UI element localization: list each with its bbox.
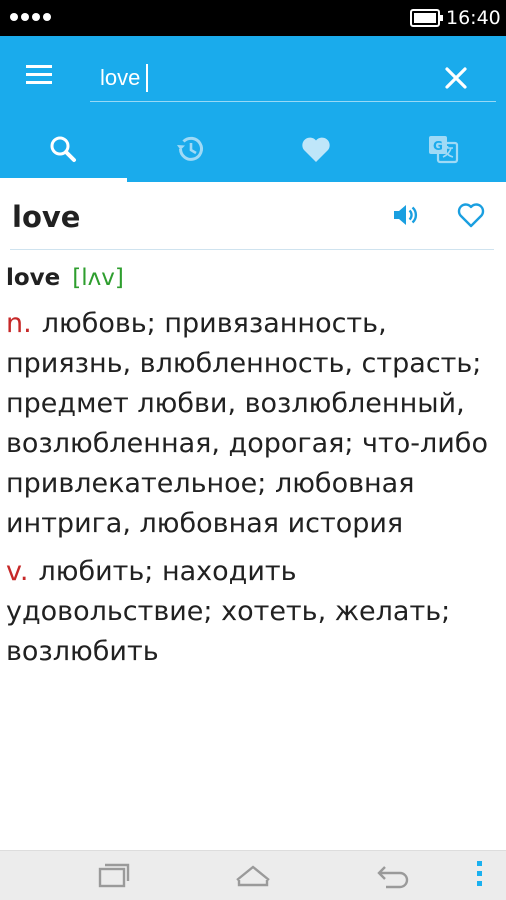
svg-text:G: G	[433, 139, 443, 153]
entry-word: love	[6, 265, 61, 291]
headword-title: love	[12, 200, 81, 234]
dictionary-entry: love [lʌv] n. любовь; привязанность, прияз…	[6, 262, 496, 672]
close-icon[interactable]	[440, 62, 472, 94]
speaker-icon[interactable]	[390, 200, 420, 230]
sense-verb: v. любить; находить удовольствие; хотеть,…	[6, 552, 496, 672]
dictionary-content: love love [lʌv] n. любовь; привязанность, …	[0, 182, 506, 850]
history-icon	[176, 136, 203, 161]
app-bar: G	[0, 36, 506, 182]
part-of-speech-verb: v.	[6, 556, 29, 587]
status-time: 16:40	[446, 7, 501, 29]
home-icon[interactable]	[231, 859, 275, 893]
recent-apps-icon[interactable]	[92, 859, 136, 893]
sense-noun-text: любовь; привязанность, приязнь, влюбленн…	[6, 308, 488, 539]
text-caret	[146, 64, 148, 92]
transcription: [lʌv]	[72, 265, 124, 291]
part-of-speech-noun: n.	[6, 308, 32, 339]
tab-history[interactable]	[127, 116, 254, 182]
search-bar	[90, 56, 496, 102]
heart-icon	[302, 137, 330, 162]
tab-bar: G	[0, 116, 506, 182]
tab-translate[interactable]: G	[380, 116, 506, 182]
word-header: love	[10, 182, 494, 250]
tab-search[interactable]	[0, 116, 127, 182]
entry-word-line: love [lʌv]	[6, 262, 496, 294]
tab-favorites[interactable]	[253, 116, 380, 182]
sense-verb-text: любить; находить удовольствие; хотеть, ж…	[6, 556, 451, 667]
more-options-icon[interactable]	[475, 861, 483, 891]
battery-icon	[410, 9, 443, 27]
navigation-bar	[0, 850, 506, 900]
search-input[interactable]	[100, 62, 420, 94]
search-icon	[50, 136, 77, 162]
menu-icon[interactable]	[24, 62, 56, 88]
favorite-heart-icon[interactable]	[456, 200, 486, 230]
status-bar: 16:40	[0, 0, 506, 36]
translate-icon: G	[428, 136, 458, 164]
sense-noun: n. любовь; привязанность, приязнь, влюбле…	[6, 304, 496, 544]
signal-icon	[10, 13, 51, 21]
back-icon[interactable]	[370, 859, 414, 893]
